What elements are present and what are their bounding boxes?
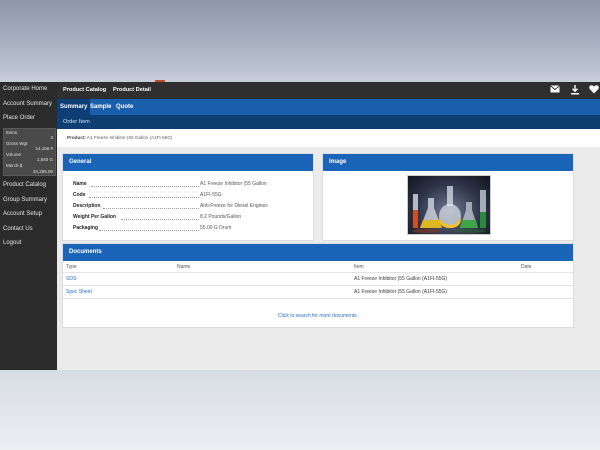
product-image[interactable]	[407, 175, 491, 235]
weight-value: 8.2 Pounds/Gallon	[200, 214, 242, 220]
column-header-type[interactable]: Type	[66, 261, 77, 273]
breadcrumb-product-detail[interactable]: Product Detail	[113, 82, 151, 99]
document-item: A1 Freeze Inhibitor (55 Gallon (A1FI-55G…	[354, 276, 448, 282]
general-row-packaging: Packaging	[73, 225, 98, 231]
sidebar-item-group-summary[interactable]: Group Summary	[0, 193, 57, 208]
dotted-leader	[121, 219, 199, 220]
table-row: Spec Sheet A1 Freeze Inhibitor (55 Gallo…	[63, 286, 573, 299]
heart-icon[interactable]	[588, 85, 599, 96]
app-window: Corporate Home Account Summary Place Ord…	[0, 82, 600, 370]
sidebar-item-account-setup[interactable]: Account Setup	[0, 207, 57, 222]
sidebar-item-account-summary[interactable]: Account Summary	[0, 97, 57, 112]
packaging-label: Packaging	[73, 225, 99, 231]
merch-value: 34,255.00	[32, 168, 53, 174]
code-label: Code	[73, 192, 86, 198]
sidebar-item-place-order[interactable]: Place Order	[0, 111, 57, 126]
column-header-date[interactable]: Date	[521, 261, 532, 273]
code-value: A1FI-55G	[200, 192, 222, 198]
description-label: Description	[73, 203, 101, 209]
documents-panel: Documents Type Name Item Date SDS A1 Fre…	[62, 243, 574, 328]
product-label: Product:	[67, 135, 86, 140]
tab-summary[interactable]: Summary	[57, 99, 91, 115]
sidebar-item-contact-us[interactable]: Contact Us	[0, 222, 57, 237]
documents-table: Type Name Item Date SDS A1 Freeze Inhibi…	[63, 261, 573, 299]
sidebar-item-logout[interactable]: Logout	[0, 236, 57, 251]
tab-bar: Summary Sample Quote	[57, 99, 600, 115]
dotted-leader	[91, 186, 199, 187]
product-value: A1 Freeze Inhibitor (55 Gallon (A1FI-55G…	[86, 135, 173, 140]
tab-quote[interactable]: Quote	[116, 99, 133, 115]
order-item-label: Order Item	[63, 119, 90, 125]
description-value: Anti-Freeze for Diesel Engines	[200, 203, 268, 209]
download-icon[interactable]	[569, 85, 580, 96]
name-value: A1 Freeze Inhibitor (55 Gallon	[200, 181, 267, 187]
sidebar-item-product-catalog[interactable]: Product Catalog	[0, 178, 57, 193]
sidebar: Corporate Home Account Summary Place Ord…	[0, 82, 57, 370]
documents-panel-title: Documents	[63, 244, 573, 261]
image-panel-title: Image	[323, 154, 573, 171]
breadcrumb-product-catalog[interactable]: Product Catalog	[63, 82, 106, 99]
general-panel: General Name A1 Freeze Inhibitor (55 Gal…	[62, 153, 314, 241]
order-item-bar[interactable]: Order Item	[57, 115, 600, 129]
mail-icon[interactable]	[549, 85, 560, 96]
table-header-row: Type Name Item Date	[63, 261, 573, 273]
general-row-description: Description	[73, 203, 101, 209]
general-panel-title: General	[63, 154, 313, 171]
general-row-code: Code	[73, 192, 86, 198]
packaging-value: 55.00 G Drum	[200, 225, 232, 231]
product-header: Product: A1 Freeze Inhibitor (55 Gallon …	[57, 129, 600, 147]
order-stats-box: Items 3 Gross Wgt 14,156 # Volume 1,840 …	[3, 127, 56, 177]
general-row-name: Name	[73, 181, 87, 187]
column-header-name[interactable]: Name	[177, 261, 190, 273]
general-row-weight: Weight Per Gallon	[73, 214, 116, 220]
search-more-documents-link[interactable]: Click to search for more documents.	[63, 313, 573, 319]
top-bar: Product Catalog Product Detail	[57, 82, 600, 99]
image-panel: Image	[322, 153, 574, 241]
document-type-link[interactable]: SDS	[66, 273, 76, 286]
tab-sample[interactable]: Sample	[90, 99, 111, 115]
dotted-leader	[103, 208, 199, 209]
name-label: Name	[73, 181, 87, 187]
column-header-item[interactable]: Item	[354, 261, 364, 273]
dotted-leader	[99, 230, 199, 231]
sidebar-item-corporate-home[interactable]: Corporate Home	[0, 82, 57, 97]
weight-label: Weight Per Gallon	[73, 214, 116, 220]
document-item: A1 Freeze Inhibitor (55 Gallon (A1FI-55G…	[354, 289, 448, 295]
dotted-leader	[89, 197, 199, 198]
table-row: SDS A1 Freeze Inhibitor (55 Gallon (A1FI…	[63, 273, 573, 286]
document-type-link[interactable]: Spec Sheet	[66, 286, 92, 299]
